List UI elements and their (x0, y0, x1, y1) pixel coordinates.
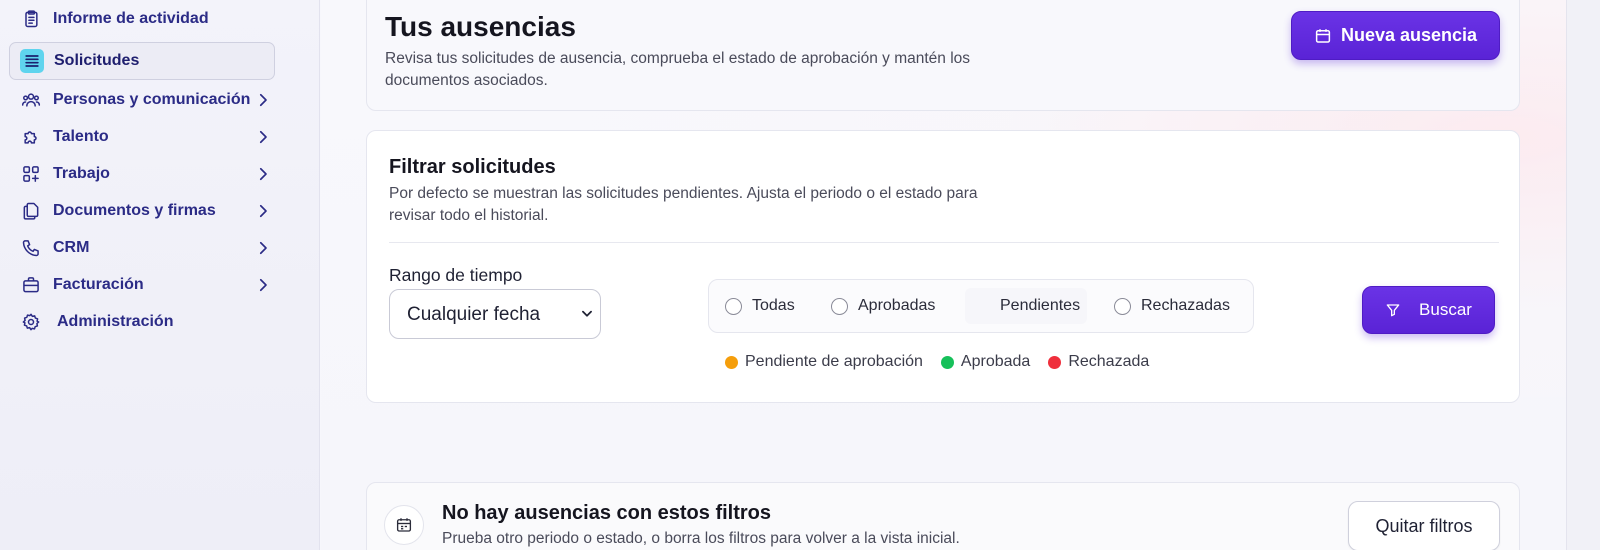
sidebar-item-label: CRM (53, 239, 90, 256)
page-description: Revisa tus solicitudes de ausencia, comp… (385, 50, 971, 89)
chevron-right-icon (259, 93, 267, 107)
filters-card: Filtrar solicitudes Por defecto se muest… (366, 130, 1520, 403)
legend-dot-rejected (1048, 355, 1062, 369)
briefcase-icon (19, 273, 43, 297)
legend-item-rejected: Rechazada (1048, 353, 1149, 371)
legend-dot-pending (725, 355, 738, 369)
legend-label: Pendiente de aprobación (745, 353, 923, 370)
filters-title: Filtrar solicitudes (389, 156, 556, 178)
sidebar-item-crm[interactable]: CRM (9, 229, 275, 267)
phone-icon (19, 236, 43, 260)
status-legend: Pendiente de aprobación Aprobada Rechaza… (725, 352, 1167, 372)
divider (389, 242, 1499, 243)
status-option-pendientes[interactable]: Pendientes (965, 288, 1087, 324)
chevron-right-icon (259, 204, 267, 218)
search-button-label: Buscar (1419, 300, 1472, 319)
status-option-label: Todas (752, 297, 795, 314)
page-title: Tus ausencias (385, 11, 576, 42)
sidebar-item-label: Personas y comunicación (53, 91, 251, 108)
sidebar-item-label: Talento (53, 128, 109, 145)
sidebar-item-informe-de-actividad[interactable]: Informe de actividad (9, 0, 275, 38)
sidebar-item-label: Facturación (53, 276, 144, 293)
chevron-right-icon (259, 167, 267, 181)
radio-button[interactable] (973, 298, 990, 315)
empty-state-card: No hay ausencias con estos filtros Prueb… (366, 482, 1520, 550)
filters-description: Por defecto se muestran las solicitudes … (389, 185, 978, 224)
legend-item-approved: Aprobada (940, 353, 1031, 371)
sidebar-item-solicitudes[interactable]: Solicitudes (9, 42, 275, 80)
radio-button[interactable] (1114, 297, 1131, 315)
legend-label: Aprobada (960, 353, 1031, 370)
puzzle-icon (19, 125, 43, 149)
chevron-right-icon (259, 130, 267, 144)
status-option-label: Pendientes (1000, 297, 1081, 314)
legend-label: Rechazada (1068, 353, 1150, 370)
users-icon (19, 88, 43, 112)
status-option-rechazadas[interactable]: Rechazadas (1106, 288, 1246, 324)
status-option-label: Aprobadas (858, 297, 936, 314)
chevron-right-icon (259, 278, 267, 292)
sidebar-item-label: Informe de actividad (53, 10, 209, 27)
range-select[interactable]: Cualquier fecha (389, 289, 601, 339)
radio-button[interactable] (831, 297, 848, 315)
gear-icon (19, 310, 43, 334)
sidebar-item-trabajo[interactable]: Trabajo (9, 155, 275, 193)
range-label: Rango de tiempo (389, 265, 523, 285)
search-button[interactable]: Buscar (1362, 286, 1495, 334)
chevron-right-icon (259, 241, 267, 255)
filter-icon (1386, 304, 1400, 317)
status-option-label: Rechazadas (1141, 297, 1230, 314)
sidebar-item-documentos-y-firmas[interactable]: Documentos y firmas (9, 192, 275, 230)
documents-icon (19, 199, 43, 223)
clipboard-icon (19, 7, 43, 31)
sidebar-item-label: Documentos y firmas (53, 202, 216, 219)
right-scroll-rail (1566, 0, 1600, 550)
sidebar-item-label: Trabajo (53, 165, 110, 182)
status-radio-group: Todas Aprobadas Pendientes Rechazadas (708, 279, 1254, 333)
clear-filters-button[interactable]: Quitar filtros (1348, 501, 1500, 550)
legend-dot-approved (940, 355, 954, 369)
sidebar-item-talento[interactable]: Talento (9, 118, 275, 156)
new-absence-button[interactable]: Nueva ausencia (1291, 11, 1500, 60)
legend-item-pending: Pendiente de aprobación (725, 353, 923, 371)
sidebar-item-label: Solicitudes (54, 52, 140, 69)
list-icon (20, 49, 44, 73)
sidebar-item-personas-y-comunicacion[interactable]: Personas y comunicación (9, 81, 275, 119)
empty-state-description: Prueba otro periodo o estado, o borra lo… (442, 530, 960, 547)
sidebar: Informe de actividad Solicitudes Persona… (0, 0, 320, 550)
radio-button[interactable] (725, 297, 742, 315)
calendar-icon (1315, 28, 1331, 43)
empty-state-title: No hay ausencias con estos filtros (442, 502, 771, 524)
status-option-todas[interactable]: Todas (717, 288, 805, 324)
grid-plus-icon (19, 162, 43, 186)
sidebar-item-administracion[interactable]: Administración (9, 303, 275, 341)
new-absence-button-label: Nueva ausencia (1340, 25, 1478, 45)
sidebar-item-facturacion[interactable]: Facturación (9, 266, 275, 304)
status-option-aprobadas[interactable]: Aprobadas (823, 288, 947, 324)
sidebar-item-label: Administración (57, 313, 174, 330)
calendar-icon (384, 505, 424, 545)
